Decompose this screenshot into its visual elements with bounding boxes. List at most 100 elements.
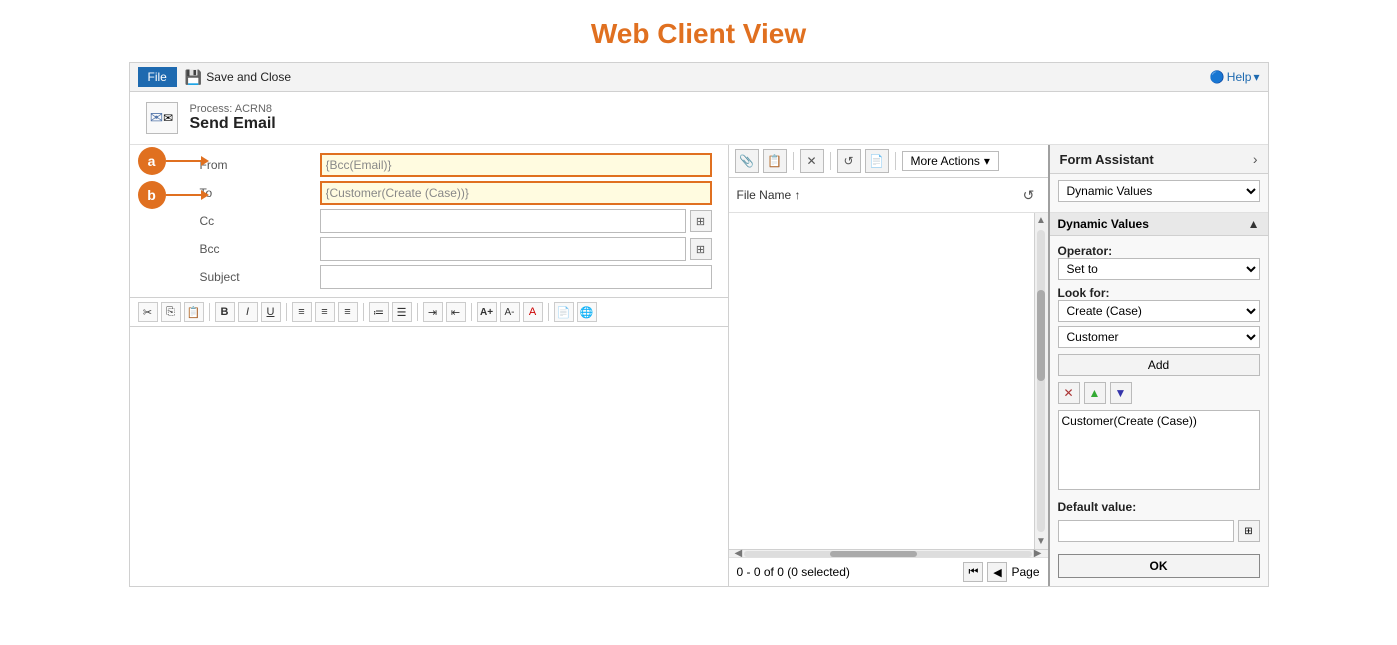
att-delete-btn[interactable]: ✕ xyxy=(800,149,824,173)
file-button[interactable]: File xyxy=(138,67,177,87)
rte-outdent-btn[interactable]: ⇤ xyxy=(446,302,466,322)
fa-expand-btn[interactable]: › xyxy=(1253,151,1258,167)
att-refresh-btn[interactable]: ↺ xyxy=(837,149,861,173)
rte-cut-btn[interactable]: ✂ xyxy=(138,302,158,322)
fa-lookfor-select1[interactable]: Create (Case) xyxy=(1058,300,1260,322)
fa-operator-group: Operator: Set to xyxy=(1058,244,1260,280)
rte-font-color-btn[interactable]: A xyxy=(523,302,543,322)
file-name-label: File Name ↑ xyxy=(737,188,801,202)
prev-page-btn[interactable]: ◀ xyxy=(987,562,1007,582)
rte-template-btn[interactable]: 📄 xyxy=(554,302,574,322)
to-label: To xyxy=(200,186,320,200)
form-title: Send Email xyxy=(190,115,276,133)
rte-indent-btn[interactable]: ⇥ xyxy=(423,302,443,322)
scroll-up-arrow[interactable]: ▲ xyxy=(1034,213,1048,228)
subject-input[interactable] xyxy=(320,265,712,289)
fa-default-row: ⊞ xyxy=(1058,520,1260,542)
fa-operator-select[interactable]: Set to xyxy=(1058,258,1260,280)
fa-lookfor-select2[interactable]: Customer xyxy=(1058,326,1260,348)
fa-delete-item-btn[interactable]: ✕ xyxy=(1058,382,1080,404)
help-dropdown-icon: ▾ xyxy=(1253,70,1259,84)
more-actions-button[interactable]: More Actions ▾ xyxy=(902,151,999,171)
fa-sub-header: Dynamic Values ▲ xyxy=(1050,213,1268,236)
fa-ok-button[interactable]: OK xyxy=(1058,554,1260,578)
rte-ordered-list-btn[interactable]: ≔ xyxy=(369,302,389,322)
rte-align-center-btn[interactable]: ≡ xyxy=(315,302,335,322)
cc-input[interactable] xyxy=(320,209,686,233)
horizontal-scrollbar-area: ◀ ▶ xyxy=(729,549,1048,557)
form-header: ✉ ✉ Process: ACRN8 Send Email xyxy=(130,92,1268,145)
att-sep2 xyxy=(830,152,831,170)
save-close-button[interactable]: 💾 Save and Close xyxy=(185,69,291,86)
rte-unordered-list-btn[interactable]: ☰ xyxy=(392,302,412,322)
rte-font-size-down-btn[interactable]: A- xyxy=(500,302,520,322)
from-label: From xyxy=(200,158,320,172)
fa-dropdown-section: Dynamic Values xyxy=(1050,174,1268,213)
fa-type-select[interactable]: Dynamic Values xyxy=(1058,180,1260,202)
fa-title: Form Assistant xyxy=(1060,152,1154,167)
bcc-lookup-icon[interactable]: ⊞ xyxy=(690,238,712,260)
help-button[interactable]: 🔵 Help ▾ xyxy=(1210,70,1260,84)
page-wrapper: Web Client View File 💾 Save and Close 🔵 … xyxy=(0,0,1397,607)
fa-add-button[interactable]: Add xyxy=(1058,354,1260,376)
fa-collapse-btn[interactable]: ▲ xyxy=(1248,217,1260,231)
rte-paste-btn[interactable]: 📋 xyxy=(184,302,204,322)
email-icon: ✉ xyxy=(150,108,163,128)
cc-lookup-icon[interactable]: ⊞ xyxy=(690,210,712,232)
bcc-input[interactable] xyxy=(320,237,686,261)
email-icon-box: ✉ ✉ xyxy=(146,102,178,134)
attachment-panel: 📎 📋 ✕ ↺ 📄 More Actions ▾ xyxy=(728,145,1048,586)
scroll-down-arrow[interactable]: ▼ xyxy=(1034,534,1048,549)
toolbar: File 💾 Save and Close 🔵 Help ▾ xyxy=(130,63,1268,92)
bcc-label: Bcc xyxy=(200,242,320,256)
fa-sub-label: Dynamic Values xyxy=(1058,217,1149,231)
rte-italic-btn[interactable]: I xyxy=(238,302,258,322)
form-assistant: Form Assistant › Dynamic Values Dynamic … xyxy=(1048,145,1268,586)
rte-spell-btn[interactable]: 🌐 xyxy=(577,302,597,322)
rte-sep2 xyxy=(286,303,287,321)
rte-copy-btn[interactable]: ⎘ xyxy=(161,302,181,322)
att-link-btn[interactable]: 📄 xyxy=(865,149,889,173)
scroll-track xyxy=(1037,230,1045,532)
first-page-btn[interactable]: ⏮ xyxy=(963,562,983,582)
bcc-field-row: Bcc ⊞ xyxy=(200,237,712,261)
file-name-header: File Name ↑ ↺ xyxy=(729,178,1048,213)
attachment-list xyxy=(729,213,1034,549)
attach-btn[interactable]: 📎 xyxy=(735,149,759,173)
cc-input-wrap: ⊞ xyxy=(320,209,712,233)
rte-font-size-btn[interactable]: A+ xyxy=(477,302,497,322)
subject-label: Subject xyxy=(200,270,320,284)
annotation-circle-a: a xyxy=(138,147,166,175)
fa-default-input[interactable] xyxy=(1058,520,1234,542)
main-box: File 💾 Save and Close 🔵 Help ▾ ✉ ✉ xyxy=(129,62,1269,587)
from-input-wrap xyxy=(320,153,712,177)
rte-bold-btn[interactable]: B xyxy=(215,302,235,322)
page-label: Page xyxy=(1011,565,1039,579)
rte-align-left-btn[interactable]: ≡ xyxy=(292,302,312,322)
body-editor[interactable] xyxy=(130,327,728,586)
rte-align-right-btn[interactable]: ≡ xyxy=(338,302,358,322)
rte-sep3 xyxy=(363,303,364,321)
rte-underline-btn[interactable]: U xyxy=(261,302,281,322)
fa-default-lookup-btn[interactable]: ⊞ xyxy=(1238,520,1260,542)
att-copy-btn[interactable]: 📋 xyxy=(763,149,787,173)
save-icon: 💾 xyxy=(185,69,202,86)
to-field-row: To xyxy=(200,181,712,205)
annotation-a: a xyxy=(138,147,209,175)
fa-move-down-btn[interactable]: ▼ xyxy=(1110,382,1132,404)
to-input[interactable] xyxy=(320,181,712,205)
att-refresh-header-btn[interactable]: ↺ xyxy=(1018,184,1040,206)
subject-field-row: Subject xyxy=(200,265,712,289)
fa-header: Form Assistant › xyxy=(1050,145,1268,174)
vertical-scrollbar[interactable]: ▲ ▼ xyxy=(1034,213,1048,549)
h-scroll-track xyxy=(744,551,1032,557)
h-scroll-thumb xyxy=(830,551,916,557)
scroll-thumb xyxy=(1037,290,1045,381)
from-input[interactable] xyxy=(320,153,712,177)
fa-value-list[interactable]: Customer(Create (Case)) xyxy=(1058,410,1260,490)
process-label: Process: ACRN8 xyxy=(190,103,276,115)
rte-sep1 xyxy=(209,303,210,321)
fa-move-up-btn[interactable]: ▲ xyxy=(1084,382,1106,404)
cc-field-row: Cc ⊞ xyxy=(200,209,712,233)
fa-lookfor-label: Look for: xyxy=(1058,286,1260,300)
